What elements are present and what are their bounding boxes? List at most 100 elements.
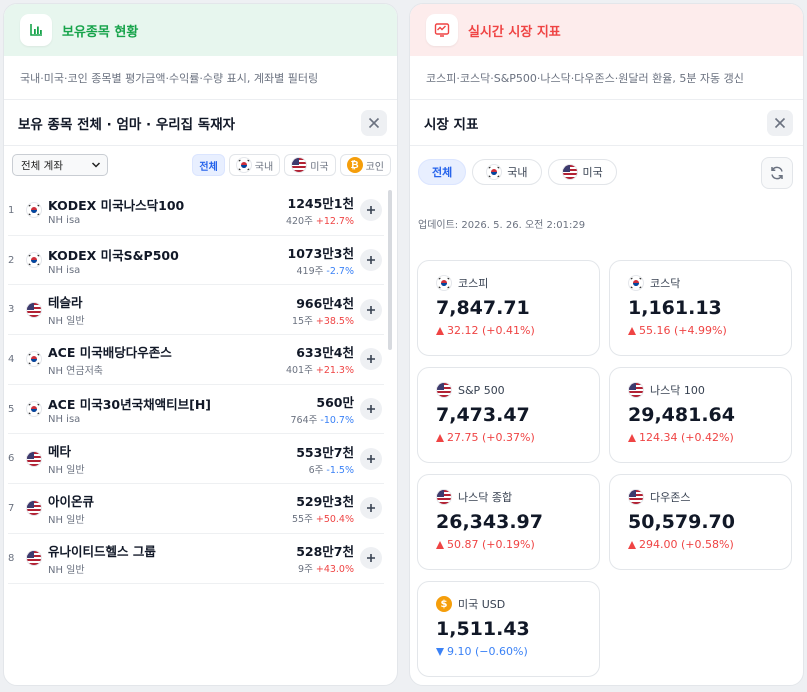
row-rank: 8: [8, 552, 15, 564]
triangle-up-icon: [628, 433, 636, 442]
market-panel-title: 실시간 시장 지표: [468, 24, 561, 40]
row-qty: 764주: [290, 415, 318, 427]
market-tab-domestic[interactable]: 국내: [472, 159, 542, 185]
card-name: 나스닥 종합: [458, 491, 513, 504]
row-value: 560만: [316, 395, 354, 411]
row-stock-name: ACE 미국30년국채액티브[H]: [48, 396, 212, 412]
holdings-panel-title: 보유종목 현황: [62, 24, 139, 40]
row-return: +50.4%: [315, 514, 354, 526]
market-card[interactable]: 나스닥 종합 26,343.97 50.87 (+0.19%): [417, 474, 600, 570]
tab-all[interactable]: 전체: [192, 154, 225, 176]
refresh-button[interactable]: [761, 157, 793, 189]
plus-icon: [367, 355, 375, 364]
row-rank: 1: [8, 204, 15, 216]
holdings-scrollbar[interactable]: [388, 190, 392, 350]
table-row[interactable]: 8 유나이티드헬스 그룹 NH 일반 528만7천 9주 +43.0%: [8, 534, 384, 584]
row-rank: 5: [8, 403, 15, 415]
row-info: 메타 NH 일반: [48, 441, 85, 476]
tab-domestic[interactable]: 국내: [228, 154, 281, 176]
market-tab-domestic-label: 국내: [507, 166, 528, 179]
market-card[interactable]: 나스닥 100 29,481.64 124.34 (+0.42%): [609, 367, 792, 463]
activity-chart-icon: [426, 14, 458, 46]
us-flag-icon: [436, 382, 452, 398]
row-qty: 55주: [291, 514, 313, 526]
table-row[interactable]: 7 아이온큐 NH 일반 529만3천 55주 +50.4%: [8, 484, 384, 534]
card-value: 26,343.97: [436, 511, 543, 533]
row-qty: 420주: [285, 216, 313, 228]
holdings-panel-description: 국내·미국·코인 종목별 평가금액·수익률·수량 표시, 계좌별 필터링: [4, 56, 397, 100]
tab-us[interactable]: 미국: [284, 154, 336, 176]
us-flag-icon: [628, 382, 644, 398]
market-card[interactable]: $ 미국 USD 1,511.43 9.10 (−0.60%): [417, 581, 600, 677]
market-tab-us[interactable]: 미국: [547, 159, 617, 185]
market-card[interactable]: 다우존스 50,579.70 294.00 (+0.58%): [609, 474, 792, 570]
row-qty-return: 419주 -2.7%: [288, 263, 354, 277]
add-button[interactable]: [360, 447, 382, 470]
row-qty: 15주: [291, 315, 313, 327]
row-qty-return: 6주 -1.5%: [296, 462, 354, 476]
tab-coin[interactable]: ₿ 코인: [339, 154, 391, 176]
refresh-icon: [771, 166, 783, 180]
holdings-filters: 전체 계좌 전체 국내 미국 ₿ 코인: [4, 146, 397, 184]
add-button[interactable]: [360, 199, 382, 222]
card-change: 50.87 (+0.19%): [447, 538, 535, 551]
card-change-row: 55.16 (+4.99%): [628, 324, 791, 337]
bar-chart-icon: [20, 14, 52, 46]
close-button[interactable]: [361, 109, 387, 136]
row-value: 1073만3천: [287, 246, 355, 262]
table-row[interactable]: 1 KODEX 미국나스닥100 NH isa 1245만1천 420주 +12.7%: [8, 186, 384, 236]
card-change: 124.34 (+0.42%): [639, 431, 734, 444]
plus-icon: [367, 256, 375, 265]
add-button[interactable]: [360, 249, 382, 272]
kr-flag-icon: [26, 351, 42, 368]
card-name: 미국 USD: [458, 598, 506, 611]
add-button[interactable]: [360, 398, 382, 421]
table-row[interactable]: 4 ACE 미국배당다우존스 NH 연금저축 633만4천 401주 +21.3%: [8, 335, 384, 385]
row-value: 633만4천: [296, 345, 354, 361]
row-values: 529만3천 55주 +50.4%: [292, 491, 354, 525]
account-select[interactable]: 전체 계좌: [12, 154, 108, 176]
card-value: 50,579.70: [628, 511, 735, 533]
market-subtitle: 시장 지표: [424, 116, 479, 133]
row-return: +12.7%: [315, 216, 354, 228]
market-card[interactable]: 코스닥 1,161.13 55.16 (+4.99%): [609, 260, 792, 356]
tab-all-label: 전체: [199, 161, 218, 173]
add-button[interactable]: [360, 497, 382, 520]
kr-flag-icon: [26, 401, 42, 418]
row-info: 유나이티드헬스 그룹 NH 일반: [48, 541, 156, 576]
card-change: 27.75 (+0.37%): [447, 431, 535, 444]
add-button[interactable]: [360, 298, 382, 321]
market-panel-header: 실시간 시장 지표: [410, 4, 803, 56]
card-change-row: 27.75 (+0.37%): [436, 431, 599, 444]
row-account: NH isa: [48, 413, 81, 425]
table-row[interactable]: 5 ACE 미국30년국채액티브[H] NH isa 560만 764주 -10.7%: [8, 385, 384, 435]
market-card[interactable]: S&P 500 7,473.47 27.75 (+0.37%): [417, 367, 600, 463]
add-button[interactable]: [360, 348, 382, 371]
card-value: 29,481.64: [628, 404, 735, 426]
row-rank: 4: [8, 353, 15, 365]
us-flag-icon: [26, 301, 42, 318]
card-change-row: 124.34 (+0.42%): [628, 431, 791, 444]
table-row[interactable]: 3 테슬라 NH 일반 966만4천 15주 +38.5%: [8, 285, 384, 336]
add-button[interactable]: [360, 547, 382, 570]
row-return: +43.0%: [315, 564, 354, 576]
market-tab-all[interactable]: 전체: [418, 159, 467, 185]
table-row[interactable]: 2 KODEX 미국S&P500 NH isa 1073만3천 419주 -2.7%: [8, 236, 384, 286]
plus-icon: [367, 405, 375, 414]
holdings-subheader: 보유 종목 전체 · 엄마 · 우리집 독재자: [4, 100, 397, 146]
holdings-panel-header: 보유종목 현황: [4, 4, 397, 56]
row-rank: 6: [8, 453, 15, 465]
card-name: 다우존스: [650, 491, 691, 504]
row-value: 966만4천: [296, 295, 354, 311]
row-qty-return: 15주 +38.5%: [292, 313, 354, 327]
row-qty-return: 55주 +50.4%: [292, 511, 354, 525]
card-change: 32.12 (+0.41%): [447, 324, 535, 337]
table-row[interactable]: 6 메타 NH 일반 553만7천 6주 -1.5%: [8, 434, 384, 485]
kr-flag-icon: [436, 275, 452, 291]
holdings-subtitle: 보유 종목 전체 · 엄마 · 우리집 독재자: [18, 116, 236, 133]
dollar-coin-icon: $: [436, 596, 452, 612]
market-close-button[interactable]: [767, 109, 793, 136]
row-account: NH isa: [48, 214, 81, 226]
market-card[interactable]: 코스피 7,847.71 32.12 (+0.41%): [417, 260, 600, 356]
us-flag-icon: [291, 157, 308, 173]
